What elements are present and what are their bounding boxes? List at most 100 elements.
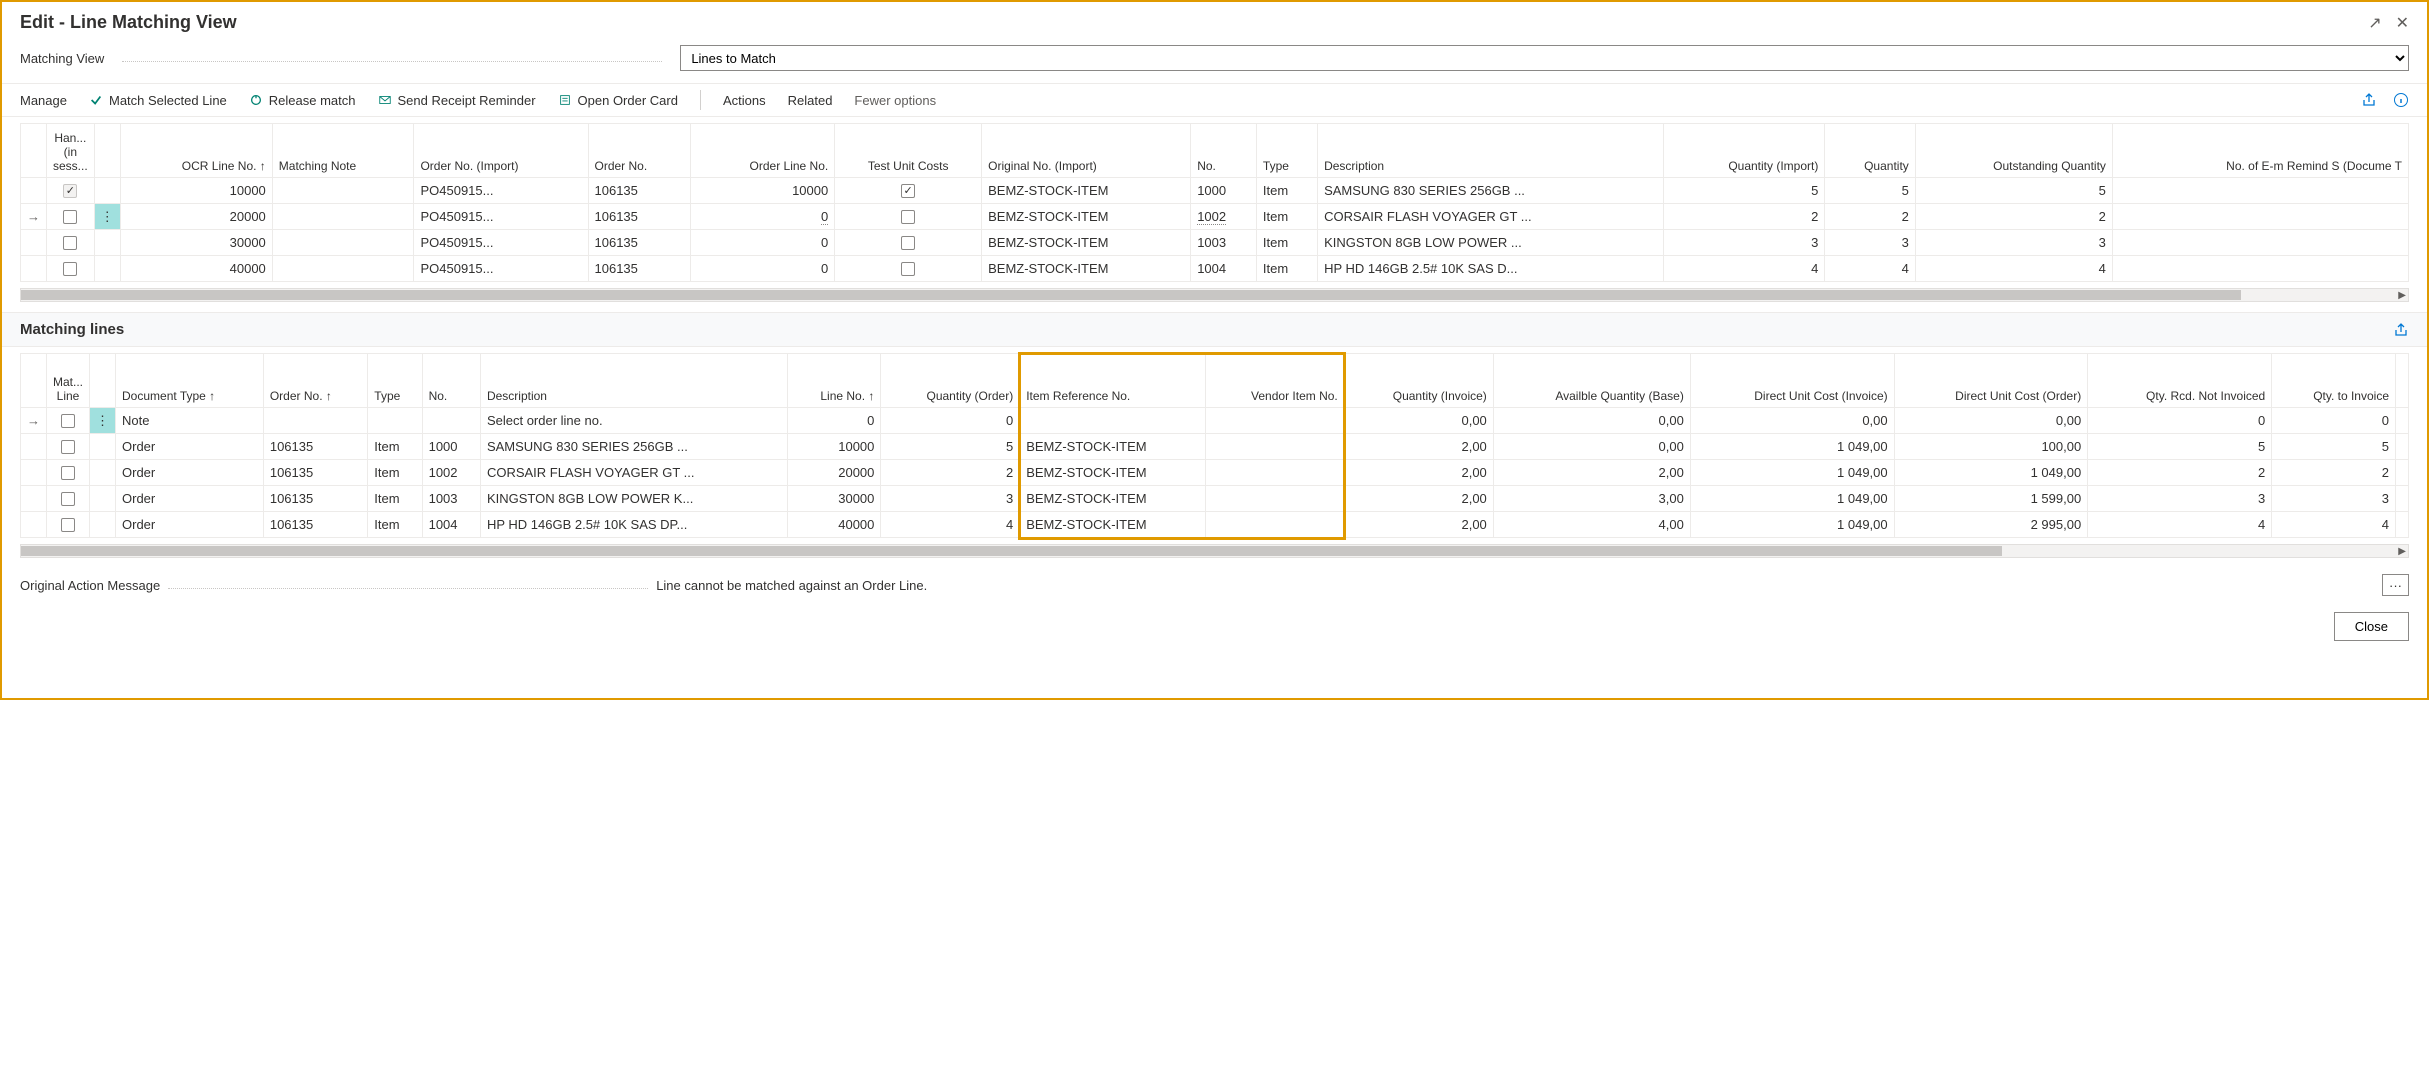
- table-row[interactable]: Order 106135 Item 1003 KINGSTON 8GB LOW …: [21, 486, 2409, 512]
- info-icon[interactable]: [2393, 92, 2409, 108]
- col-test-unit-costs[interactable]: Test Unit Costs: [835, 124, 982, 178]
- col-item-reference-no[interactable]: Item Reference No.: [1020, 354, 1206, 408]
- col-type[interactable]: Type: [1256, 124, 1317, 178]
- table-row[interactable]: → ⋮ Note Select order line no. 0 0 0,00 …: [21, 408, 2409, 434]
- table-row[interactable]: Order 106135 Item 1002 CORSAIR FLASH VOY…: [21, 460, 2409, 486]
- row-menu-button[interactable]: [90, 486, 116, 512]
- mat-line-checkbox[interactable]: [61, 518, 75, 532]
- row-menu-button[interactable]: ⋮: [90, 408, 116, 434]
- col-avail-qty[interactable]: Availble Quantity (Base): [1493, 354, 1690, 408]
- close-icon[interactable]: ✕: [2396, 13, 2409, 33]
- matching-view-row: Matching View Lines to Match: [2, 41, 2427, 83]
- matching-view-label: Matching View: [20, 51, 104, 66]
- col-email-reminders[interactable]: No. of E-m Remind S (Docume T: [2112, 124, 2408, 178]
- col-type[interactable]: Type: [368, 354, 422, 408]
- handled-checkbox[interactable]: [63, 210, 77, 224]
- toolbar-separator: [700, 90, 701, 110]
- expand-icon[interactable]: ↗: [2368, 13, 2381, 33]
- col-doc-type[interactable]: Document Type ↑: [116, 354, 264, 408]
- table-row[interactable]: Order 106135 Item 1000 SAMSUNG 830 SERIE…: [21, 434, 2409, 460]
- col-mat-line[interactable]: Mat... Line: [47, 354, 90, 408]
- related-button[interactable]: Related: [788, 93, 833, 108]
- col-qty-to-invoice[interactable]: Qty. to Invoice: [2272, 354, 2396, 408]
- col-handled[interactable]: Han...(in sess...: [47, 124, 95, 178]
- top-scrollbar[interactable]: ▶: [20, 288, 2409, 302]
- handled-checkbox[interactable]: [63, 236, 77, 250]
- matching-view-select[interactable]: Lines to Match: [680, 45, 2409, 71]
- col-duc-invoice[interactable]: Direct Unit Cost (Invoice): [1690, 354, 1894, 408]
- top-grid: Han...(in sess... OCR Line No. ↑ Matchin…: [20, 123, 2409, 282]
- bottom-grid-wrap: Mat... Line Document Type ↑ Order No. ↑ …: [2, 353, 2427, 558]
- fewer-options-button[interactable]: Fewer options: [854, 93, 936, 108]
- dotted-separator: [122, 54, 662, 62]
- more-button[interactable]: ···: [2382, 574, 2409, 596]
- col-order-no-import[interactable]: Order No. (Import): [414, 124, 588, 178]
- col-vendor-item-no[interactable]: Vendor Item No.: [1205, 354, 1344, 408]
- table-row[interactable]: Order 106135 Item 1004 HP HD 146GB 2.5# …: [21, 512, 2409, 538]
- col-order-no[interactable]: Order No.: [588, 124, 691, 178]
- test-unit-checkbox[interactable]: [901, 262, 915, 276]
- open-order-card-button[interactable]: Open Order Card: [558, 93, 678, 108]
- mat-line-checkbox[interactable]: [61, 466, 75, 480]
- handled-checkbox[interactable]: [63, 262, 77, 276]
- mat-line-checkbox[interactable]: [61, 440, 75, 454]
- col-qty-invoice[interactable]: Quantity (Invoice): [1344, 354, 1493, 408]
- table-row[interactable]: 30000 PO450915... 106135 0 BEMZ-STOCK-IT…: [21, 230, 2409, 256]
- close-button[interactable]: Close: [2334, 612, 2409, 641]
- page-title: Edit - Line Matching View: [20, 12, 237, 33]
- row-menu-button[interactable]: [94, 256, 120, 282]
- row-menu-button[interactable]: [90, 512, 116, 538]
- col-order-no[interactable]: Order No. ↑: [263, 354, 367, 408]
- table-row[interactable]: 40000 PO450915... 106135 0 BEMZ-STOCK-IT…: [21, 256, 2409, 282]
- col-description[interactable]: Description: [480, 354, 787, 408]
- row-menu-button[interactable]: [90, 460, 116, 486]
- col-duc-order[interactable]: Direct Unit Cost (Order): [1894, 354, 2088, 408]
- test-unit-checkbox[interactable]: [901, 184, 915, 198]
- match-selected-line-button[interactable]: Match Selected Line: [89, 93, 227, 108]
- table-row[interactable]: → ⋮ 20000 PO450915... 106135 0 BEMZ-STOC…: [21, 204, 2409, 230]
- test-unit-checkbox[interactable]: [901, 236, 915, 250]
- send-reminder-label: Send Receipt Reminder: [398, 93, 536, 108]
- row-menu-button[interactable]: [90, 434, 116, 460]
- actions-button[interactable]: Actions: [723, 93, 766, 108]
- bottom-grid: Mat... Line Document Type ↑ Order No. ↑ …: [20, 353, 2409, 538]
- test-unit-checkbox[interactable]: [901, 210, 915, 224]
- send-receipt-reminder-button[interactable]: Send Receipt Reminder: [378, 93, 536, 108]
- bottom-scrollbar[interactable]: ▶: [20, 544, 2409, 558]
- col-line-no[interactable]: Line No. ↑: [788, 354, 881, 408]
- col-no[interactable]: No.: [422, 354, 480, 408]
- col-order-line-no[interactable]: Order Line No.: [691, 124, 835, 178]
- open-order-card-label: Open Order Card: [578, 93, 678, 108]
- row-menu-button[interactable]: [94, 230, 120, 256]
- col-description[interactable]: Description: [1318, 124, 1664, 178]
- match-icon: [89, 93, 103, 107]
- col-no[interactable]: No.: [1191, 124, 1257, 178]
- release-match-button[interactable]: Release match: [249, 93, 356, 108]
- col-ocr-line[interactable]: OCR Line No. ↑: [120, 124, 272, 178]
- col-qty-import[interactable]: Quantity (Import): [1663, 124, 1825, 178]
- toolbar: Manage Match Selected Line Release match…: [2, 83, 2427, 117]
- row-menu-button[interactable]: [94, 178, 120, 204]
- manage-button[interactable]: Manage: [20, 93, 67, 108]
- col-matching-note[interactable]: Matching Note: [272, 124, 414, 178]
- match-selected-label: Match Selected Line: [109, 93, 227, 108]
- col-outstanding-qty[interactable]: Outstanding Quantity: [1915, 124, 2112, 178]
- card-icon: [558, 93, 572, 107]
- mat-line-checkbox[interactable]: [61, 414, 75, 428]
- matching-lines-title: Matching lines: [20, 321, 124, 338]
- col-qty-rcd[interactable]: Qty. Rcd. Not Invoiced: [2088, 354, 2272, 408]
- table-row[interactable]: 10000 PO450915... 106135 10000 BEMZ-STOC…: [21, 178, 2409, 204]
- col-original-no-import[interactable]: Original No. (Import): [982, 124, 1191, 178]
- bottom-bar: Close: [2, 602, 2427, 655]
- col-qty-order[interactable]: Quantity (Order): [881, 354, 1020, 408]
- share-icon[interactable]: [2361, 92, 2377, 108]
- handled-checkbox[interactable]: [63, 184, 77, 198]
- footer-dots: [168, 581, 648, 589]
- mail-icon: [378, 93, 392, 107]
- row-menu-button[interactable]: ⋮: [94, 204, 120, 230]
- col-quantity[interactable]: Quantity: [1825, 124, 1915, 178]
- release-match-label: Release match: [269, 93, 356, 108]
- mat-line-checkbox[interactable]: [61, 492, 75, 506]
- share-icon-section[interactable]: [2393, 322, 2409, 338]
- footer-row: Original Action Message Line cannot be m…: [2, 568, 2427, 602]
